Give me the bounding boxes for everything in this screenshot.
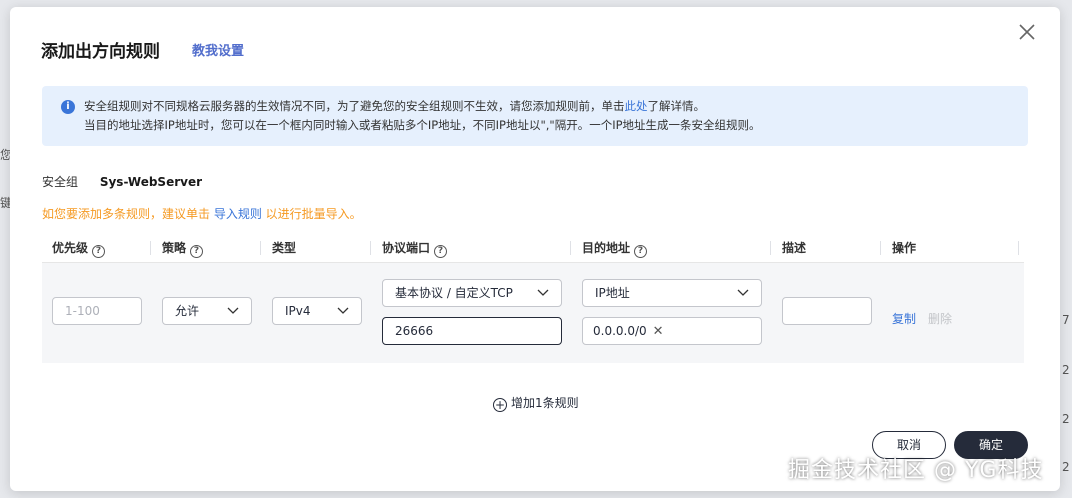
- chevron-down-icon: [337, 307, 349, 314]
- bg-text-fragment: 7: [1062, 313, 1070, 327]
- info-icon: i: [61, 100, 75, 114]
- bg-text-fragment: 2: [1062, 363, 1070, 377]
- security-group-label: 安全组: [42, 175, 79, 189]
- watermark: 掘金技术社区 @ YG科技: [788, 458, 1044, 483]
- help-icon[interactable]: ?: [190, 245, 204, 258]
- close-icon[interactable]: [1016, 21, 1038, 43]
- info-banner: i 安全组规则对不同规格云服务器的生效情况不同，为了避免您的安全组规则不生效，请…: [42, 86, 1028, 146]
- priority-input[interactable]: 1-100: [52, 297, 142, 325]
- add-outbound-rule-dialog: 添加出方向规则 教我设置 i 安全组规则对不同规格云服务器的生效情况不同，为了避…: [10, 7, 1060, 491]
- destination-type-select[interactable]: IP地址: [582, 279, 762, 307]
- destination-ip-input[interactable]: 0.0.0.0/0 ✕: [582, 317, 762, 345]
- description-input[interactable]: [782, 297, 872, 325]
- import-rules-link[interactable]: 导入规则: [214, 207, 262, 221]
- table-header: 优先级? 策略? 类型 协议端口? 目的地址? 描述 操作: [42, 233, 1024, 263]
- protocol-select[interactable]: 基本协议 / 自定义TCP: [382, 279, 562, 307]
- info-detail-link[interactable]: 此处: [625, 99, 648, 113]
- col-description: 描述: [782, 241, 807, 255]
- bulk-import-tip: 如您要添加多条规则，建议单击 导入规则 以进行批量导入。: [42, 207, 362, 221]
- dialog-title: 添加出方向规则: [41, 42, 160, 62]
- col-priority: 优先级?: [52, 233, 106, 263]
- help-icon[interactable]: ?: [92, 245, 106, 258]
- col-policy: 策略?: [162, 233, 204, 263]
- col-type: 类型: [272, 241, 297, 255]
- delete-rule-link: 删除: [928, 312, 953, 326]
- help-link[interactable]: 教我设置: [192, 40, 244, 59]
- type-select[interactable]: IPv4: [272, 297, 362, 325]
- ip-tag: 0.0.0.0/0 ✕: [593, 318, 664, 345]
- help-icon[interactable]: ?: [434, 245, 448, 258]
- security-group-row: 安全组 Sys-WebServer: [42, 173, 202, 190]
- col-protocol-port: 协议端口?: [382, 233, 448, 263]
- security-group-value: Sys-WebServer: [99, 175, 203, 189]
- info-line-1: 安全组规则对不同规格云服务器的生效情况不同，为了避免您的安全组规则不生效，请您添…: [84, 99, 705, 113]
- copy-rule-link[interactable]: 复制: [892, 310, 916, 327]
- close-icon[interactable]: ✕: [653, 319, 664, 345]
- bg-text-fragment: 2: [1062, 412, 1070, 426]
- chevron-down-icon: [537, 289, 549, 296]
- col-actions: 操作: [892, 241, 917, 255]
- plus-circle-icon: +: [493, 398, 507, 412]
- help-icon[interactable]: ?: [634, 245, 648, 258]
- info-line-2: 当目的地址选择IP地址时，您可以在一个框内同时输入或者粘贴多个IP地址，不同IP…: [84, 118, 761, 132]
- policy-select[interactable]: 允许: [162, 297, 252, 325]
- add-rule-button[interactable]: + 增加1条规则: [493, 394, 579, 412]
- bg-text-fragment: 2: [1062, 460, 1070, 474]
- port-input[interactable]: 26666: [382, 317, 562, 345]
- chevron-down-icon: [737, 289, 749, 296]
- col-destination: 目的地址?: [582, 233, 648, 263]
- chevron-down-icon: [227, 307, 239, 314]
